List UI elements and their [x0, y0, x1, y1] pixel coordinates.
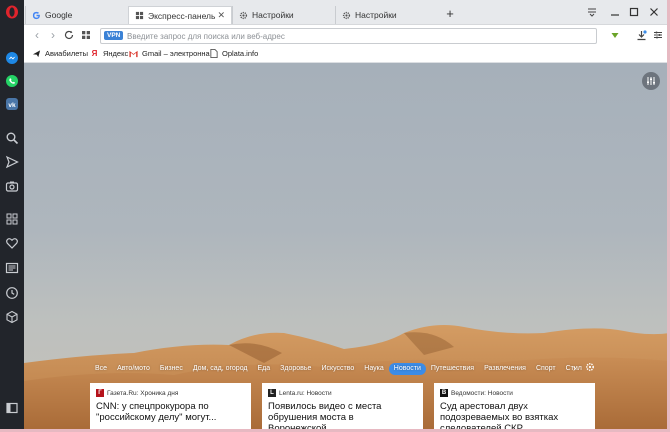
- address-bar: ‹ › VPN: [24, 25, 670, 45]
- history-icon[interactable]: [4, 285, 20, 301]
- bookmark-label: Gmail – электронна…: [142, 49, 218, 58]
- camera-icon[interactable]: [4, 178, 20, 194]
- news-title: CNN: у спецпрокурора по "российскому дел…: [96, 401, 217, 423]
- page-icon: [209, 49, 218, 58]
- search-icon[interactable]: [4, 130, 20, 146]
- tab-settings[interactable]: Настройки: [232, 6, 335, 24]
- forward-button[interactable]: ›: [46, 28, 60, 42]
- download-extension-icon[interactable]: [608, 28, 622, 42]
- gmail-icon: [129, 49, 138, 58]
- news-categories: Все Авто/мото Бизнес Дом, сад, огород Ед…: [90, 362, 587, 376]
- reload-button[interactable]: [62, 28, 76, 42]
- bookmarks-bar: Авиабилеты Я Яндекс Gmail – электронна… …: [24, 45, 670, 63]
- bookmark-oplata[interactable]: Oplata.info: [209, 47, 258, 60]
- news-category[interactable]: Все: [90, 363, 112, 375]
- source-logo: В: [440, 389, 448, 397]
- vk-icon[interactable]: vk: [4, 96, 20, 112]
- bookmark-gmail[interactable]: Gmail – электронна…: [129, 47, 217, 60]
- svg-text:vk: vk: [8, 102, 16, 109]
- grid-icon[interactable]: [4, 211, 20, 227]
- plane-icon: [32, 49, 41, 58]
- url-box: VPN: [100, 28, 597, 44]
- news-category[interactable]: Путешествия: [426, 363, 479, 375]
- tab-strip: Google Экспресс-панель ✕ Настройки Настр…: [24, 0, 670, 25]
- sidebar-toggle-icon[interactable]: [4, 400, 20, 416]
- news-icon[interactable]: [4, 260, 20, 276]
- tab-settings-2[interactable]: Настройки: [335, 6, 439, 24]
- source-name: Газета.Ru: Хроника дня: [107, 389, 179, 397]
- messenger-icon[interactable]: [4, 50, 20, 66]
- bookmark-label: Яндекс: [103, 49, 129, 58]
- bookmark-yandex[interactable]: Я Яндекс: [90, 47, 129, 60]
- back-button[interactable]: ‹: [30, 28, 44, 42]
- easy-setup-button[interactable]: [642, 72, 660, 90]
- send-icon[interactable]: [4, 154, 20, 170]
- desert-background: [24, 325, 670, 432]
- news-category[interactable]: Здоровье: [275, 363, 316, 375]
- news-category[interactable]: Авто/мото: [112, 363, 155, 375]
- bookmark-label: Oplata.info: [222, 49, 259, 58]
- windows-activation-watermark: Активация Windows: [480, 393, 591, 407]
- close-window-button[interactable]: [647, 5, 661, 19]
- source-logo: Г: [96, 389, 104, 397]
- news-category[interactable]: Наука: [359, 363, 388, 375]
- close-icon[interactable]: ✕: [217, 10, 225, 21]
- maximize-button[interactable]: [627, 5, 641, 19]
- new-tab-button[interactable]: +: [443, 7, 457, 21]
- news-category[interactable]: Еда: [253, 363, 276, 375]
- tab-express-panel[interactable]: Экспресс-панель ✕: [128, 6, 232, 24]
- news-card[interactable]: L Lenta.ru: Новости Появилось видео с ме…: [262, 383, 423, 432]
- browser-window: Google Экспресс-панель ✕ Настройки Настр…: [24, 0, 670, 432]
- tab-menu-icon[interactable]: [585, 5, 599, 19]
- bookmark-aviabilety[interactable]: Авиабилеты: [32, 47, 88, 60]
- tab-label: Экспресс-панель: [148, 10, 216, 21]
- source-logo: L: [268, 389, 276, 397]
- minimize-button[interactable]: [608, 5, 622, 19]
- vpn-badge[interactable]: VPN: [104, 31, 124, 40]
- tab-google[interactable]: Google: [25, 6, 126, 24]
- home-grid-icon[interactable]: [79, 28, 93, 42]
- gear-icon: [239, 11, 248, 19]
- news-card[interactable]: В Ведомости: Новости Суд арестовал двух …: [434, 383, 595, 432]
- google-icon: [32, 11, 40, 19]
- news-category[interactable]: Бизнес: [155, 363, 188, 375]
- news-category-active[interactable]: Новости: [388, 363, 426, 375]
- address-input[interactable]: [127, 29, 587, 43]
- heart-icon[interactable]: [4, 235, 20, 251]
- news-category[interactable]: Развлечения: [479, 363, 531, 375]
- news-title: Появилось видео с места обрушения моста …: [268, 401, 382, 432]
- news-category[interactable]: Искусство: [316, 363, 359, 375]
- bookmark-label: Авиабилеты: [45, 49, 88, 58]
- grid-icon: [135, 11, 144, 20]
- news-card[interactable]: Г Газета.Ru: Хроника дня CNN: у спецпрок…: [90, 383, 251, 432]
- cube-icon[interactable]: [4, 309, 20, 325]
- whatsapp-icon[interactable]: [4, 73, 20, 89]
- speed-dial-page: Все Авто/мото Бизнес Дом, сад, огород Ед…: [24, 63, 670, 432]
- opera-sidebar: vk: [0, 0, 24, 432]
- news-category[interactable]: Дом, сад, огород: [188, 363, 253, 375]
- tab-label: Настройки: [252, 10, 294, 20]
- gear-icon[interactable]: [585, 362, 595, 372]
- source-name: Lenta.ru: Новости: [279, 389, 332, 397]
- tab-label: Настройки: [355, 10, 397, 20]
- chevron-right-icon[interactable]: ›: [573, 363, 576, 373]
- yandex-icon: Я: [91, 49, 98, 58]
- news-category[interactable]: Спорт: [531, 363, 561, 375]
- opera-logo[interactable]: [5, 5, 19, 19]
- easy-setup-icon[interactable]: [651, 28, 665, 42]
- news-source: L Lenta.ru: Новости: [268, 389, 417, 397]
- news-source: Г Газета.Ru: Хроника дня: [96, 389, 245, 397]
- tab-label: Google: [45, 10, 73, 20]
- gear-icon: [342, 11, 351, 19]
- downloads-icon[interactable]: [634, 28, 648, 42]
